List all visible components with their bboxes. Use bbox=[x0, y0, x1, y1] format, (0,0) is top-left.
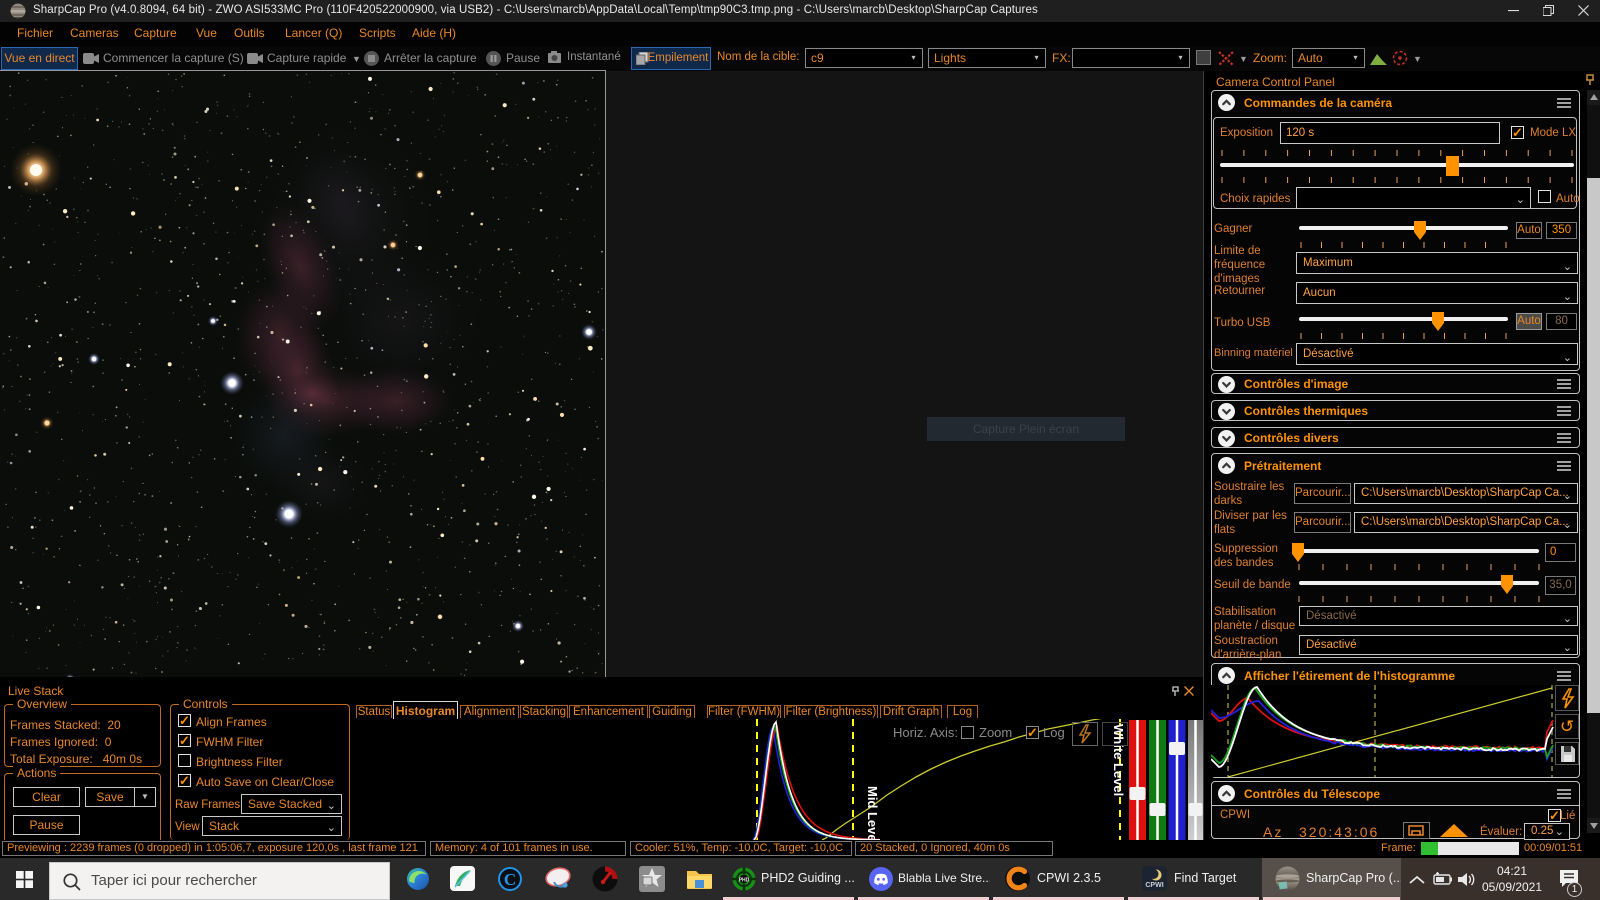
svg-text:C: C bbox=[504, 870, 516, 889]
svg-text:CPWI: CPWI bbox=[1145, 882, 1163, 889]
svg-text:PHD: PHD bbox=[739, 878, 750, 884]
svg-text:Mid Level: Mid Level bbox=[865, 786, 880, 840]
